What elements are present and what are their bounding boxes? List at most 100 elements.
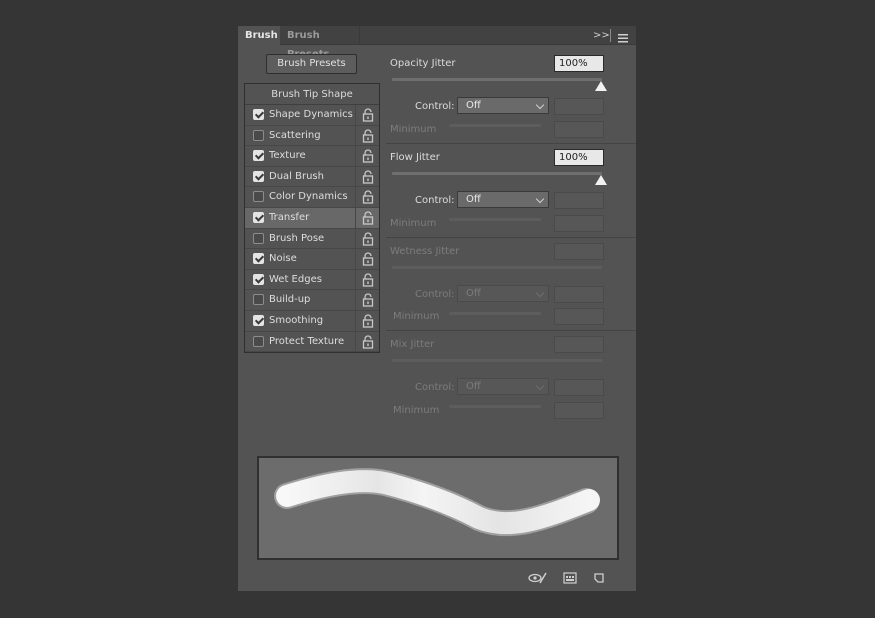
mix-control-field[interactable] bbox=[554, 379, 604, 396]
brush-stroke-image bbox=[274, 468, 602, 537]
list-item[interactable]: Noise bbox=[245, 249, 379, 270]
item-checkbox[interactable] bbox=[253, 335, 264, 347]
wetness-jitter-field[interactable] bbox=[554, 243, 604, 260]
item-checkbox[interactable] bbox=[253, 150, 264, 162]
wetness-minimum-slider[interactable] bbox=[449, 312, 541, 315]
tab-brush-presets[interactable]: Brush Presets bbox=[280, 26, 360, 60]
list-item[interactable]: Wet Edges bbox=[245, 269, 379, 291]
flow-control-value: Off bbox=[466, 194, 481, 205]
opacity-control-label: Control: bbox=[415, 101, 455, 112]
mix-jitter-label: Mix Jitter bbox=[390, 339, 435, 350]
flow-jitter-field[interactable]: 100% bbox=[554, 149, 604, 166]
wetness-control-value: Off bbox=[466, 288, 481, 299]
item-label: Wet Edges bbox=[269, 273, 322, 285]
flow-minimum-label: Minimum bbox=[390, 218, 437, 229]
wetness-jitter-label: Wetness Jitter bbox=[390, 246, 460, 257]
list-item[interactable]: Texture bbox=[245, 146, 379, 167]
opacity-control-field[interactable] bbox=[554, 98, 604, 115]
wetness-jitter-slider[interactable] bbox=[392, 266, 602, 269]
list-item[interactable]: Brush Pose bbox=[245, 228, 379, 250]
panel-tabbar: Brush Brush Presets >> bbox=[238, 26, 636, 60]
wetness-control-field[interactable] bbox=[554, 286, 604, 303]
list-item[interactable]: Shape Dynamics bbox=[245, 105, 379, 126]
item-label: Build-up bbox=[269, 294, 311, 306]
wetness-control-select[interactable]: Off bbox=[457, 285, 549, 302]
wetness-control-label: Control: bbox=[415, 289, 455, 300]
item-checkbox[interactable] bbox=[253, 170, 264, 182]
opacity-minimum-slider[interactable] bbox=[449, 124, 541, 127]
list-item[interactable]: Transfer bbox=[245, 208, 379, 229]
mix-jitter-field[interactable] bbox=[554, 336, 604, 353]
lock-icon[interactable] bbox=[362, 293, 374, 308]
item-checkbox[interactable] bbox=[253, 191, 264, 203]
brush-stroke-preview bbox=[257, 456, 619, 560]
tab-brush[interactable]: Brush bbox=[238, 26, 280, 45]
lock-icon[interactable] bbox=[362, 273, 374, 287]
opacity-minimum-field[interactable] bbox=[554, 121, 604, 138]
opacity-jitter-field[interactable]: 100% bbox=[554, 55, 604, 72]
flow-minimum-field[interactable] bbox=[554, 215, 604, 232]
lock-icon[interactable] bbox=[362, 170, 374, 184]
lock-icon[interactable] bbox=[362, 232, 374, 246]
lock-icon[interactable] bbox=[362, 335, 374, 349]
create-new-icon[interactable] bbox=[593, 572, 607, 585]
lock-icon[interactable] bbox=[362, 149, 374, 163]
list-item[interactable]: Build-up bbox=[245, 290, 379, 311]
item-checkbox[interactable] bbox=[253, 273, 264, 285]
row-separator bbox=[355, 311, 356, 331]
mix-control-label: Control: bbox=[415, 382, 455, 393]
flow-control-select[interactable]: Off bbox=[457, 191, 549, 208]
chevron-down-icon bbox=[535, 288, 545, 298]
list-item[interactable]: Scattering bbox=[245, 125, 379, 147]
lock-icon[interactable] bbox=[362, 252, 374, 266]
panel-bottom-bar bbox=[238, 566, 636, 591]
item-checkbox[interactable] bbox=[253, 109, 264, 120]
mix-minimum-label: Minimum bbox=[393, 405, 440, 416]
collapse-icon[interactable]: >> bbox=[593, 26, 610, 45]
item-label: Color Dynamics bbox=[269, 191, 348, 203]
opacity-control-select[interactable]: Off bbox=[457, 97, 549, 114]
lock-icon[interactable] bbox=[362, 108, 374, 122]
list-item[interactable]: Smoothing bbox=[245, 311, 379, 332]
row-separator bbox=[355, 187, 356, 208]
item-label: Shape Dynamics bbox=[269, 109, 353, 120]
wetness-minimum-field[interactable] bbox=[554, 308, 604, 325]
item-checkbox[interactable] bbox=[253, 212, 264, 223]
opacity-jitter-slider[interactable] bbox=[392, 78, 602, 81]
row-separator bbox=[355, 125, 356, 146]
chevron-down-icon bbox=[535, 100, 545, 110]
item-label: Noise bbox=[269, 253, 297, 265]
brush-panel: Brush Brush Presets >> Brush Presets Bru… bbox=[238, 26, 636, 591]
item-checkbox[interactable] bbox=[253, 315, 264, 326]
mix-minimum-slider[interactable] bbox=[449, 405, 541, 408]
brush-settings-list: Brush Tip Shape Shape Dynamics Scattering… bbox=[244, 83, 380, 353]
row-separator bbox=[355, 290, 356, 311]
list-item[interactable]: Protect Texture bbox=[245, 331, 379, 353]
list-item[interactable]: Dual Brush bbox=[245, 166, 379, 188]
lock-icon[interactable] bbox=[362, 129, 374, 143]
flow-jitter-slider[interactable] bbox=[392, 172, 602, 175]
brush-tip-shape-item[interactable]: Brush Tip Shape bbox=[245, 84, 379, 105]
menu-icon[interactable] bbox=[618, 31, 628, 43]
mix-control-select[interactable]: Off bbox=[457, 378, 549, 395]
flow-jitter-label: Flow Jitter bbox=[390, 152, 440, 163]
item-label: Transfer bbox=[269, 212, 310, 223]
opacity-control-value: Off bbox=[466, 100, 481, 111]
brush-presets-button[interactable]: Brush Presets bbox=[266, 54, 357, 74]
new-preset-icon[interactable] bbox=[563, 572, 577, 585]
flow-control-field[interactable] bbox=[554, 192, 604, 209]
wetness-minimum-label: Minimum bbox=[393, 311, 440, 322]
item-checkbox[interactable] bbox=[253, 232, 264, 244]
mix-minimum-field[interactable] bbox=[554, 402, 604, 419]
lock-icon[interactable] bbox=[362, 314, 374, 328]
item-label: Dual Brush bbox=[269, 170, 324, 182]
item-checkbox[interactable] bbox=[253, 294, 264, 306]
flow-minimum-slider[interactable] bbox=[449, 218, 541, 221]
item-checkbox[interactable] bbox=[253, 129, 264, 141]
mix-jitter-slider[interactable] bbox=[392, 359, 602, 362]
eye-brush-icon[interactable] bbox=[528, 572, 548, 585]
lock-icon[interactable] bbox=[362, 190, 374, 205]
item-checkbox[interactable] bbox=[253, 253, 264, 265]
list-item[interactable]: Color Dynamics bbox=[245, 187, 379, 208]
lock-icon[interactable] bbox=[362, 211, 374, 225]
